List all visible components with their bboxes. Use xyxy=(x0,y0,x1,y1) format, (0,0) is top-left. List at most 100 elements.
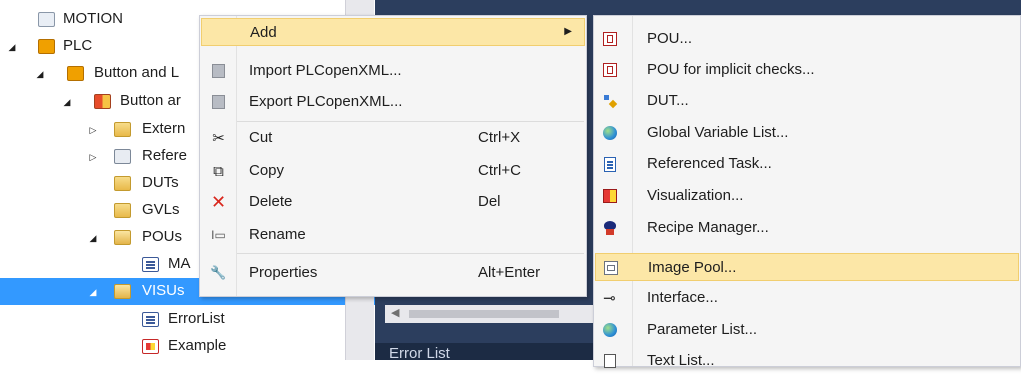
import-xml-icon xyxy=(210,63,227,79)
submenu-item-interface[interactable]: ⊸ Interface... xyxy=(595,284,1019,312)
tree-item-label: DUTs xyxy=(142,174,179,191)
menu-item-label: Rename xyxy=(249,226,306,243)
tree-item-label: PLC xyxy=(63,37,93,54)
context-menu: Add ▶ Import PLCopenXML... Export PLCope… xyxy=(199,15,587,297)
tree-item-label: Refere xyxy=(142,147,188,164)
scroll-left-icon[interactable]: ◀ xyxy=(391,306,399,319)
delete-icon: ✕ xyxy=(210,191,227,212)
menu-item-label: Properties xyxy=(249,264,318,281)
program-icon xyxy=(142,257,159,272)
menu-item-label: Cut xyxy=(249,129,273,146)
submenu-item-referenced-task[interactable]: Referenced Task... xyxy=(595,150,1019,178)
error-list-tab-label: Error List xyxy=(389,345,450,362)
pou-implicit-icon xyxy=(601,62,618,78)
recipe-manager-icon xyxy=(601,220,618,236)
menu-item-export-plcopenxml[interactable]: Export PLCopenXML... xyxy=(201,88,585,116)
rename-icon: I▭ xyxy=(211,228,226,242)
tree-item-label: Button ar xyxy=(120,92,181,109)
text-list-icon xyxy=(601,353,618,369)
collapse-arrow-icon[interactable]: ◢ xyxy=(87,286,99,298)
menu-item-cut[interactable]: ✂ Cut Ctrl+X xyxy=(201,124,585,152)
parameter-list-icon xyxy=(601,322,618,338)
menu-item-add[interactable]: Add ▶ xyxy=(201,18,585,46)
program-icon xyxy=(142,312,159,327)
copy-icon: ⧉ xyxy=(213,162,224,180)
motion-icon xyxy=(38,12,55,27)
menu-item-label: Referenced Task... xyxy=(647,155,772,172)
submenu-item-dut[interactable]: DUT... xyxy=(595,87,1019,115)
menu-item-label: Visualization... xyxy=(647,187,744,204)
tree-item-example[interactable]: Example xyxy=(0,333,375,360)
references-icon xyxy=(114,149,131,164)
menu-item-import-plcopenxml[interactable]: Import PLCopenXML... xyxy=(201,57,585,85)
menu-item-properties[interactable]: 🔧 Properties Alt+Enter xyxy=(201,259,585,287)
submenu-item-pou[interactable]: POU... xyxy=(595,25,1019,53)
export-xml-icon xyxy=(210,94,227,110)
menu-item-shortcut: Alt+Enter xyxy=(478,264,541,281)
menu-separator xyxy=(237,253,584,254)
submenu-item-image-pool[interactable]: Image Pool... xyxy=(595,253,1019,281)
submenu-item-global-variable-list[interactable]: Global Variable List... xyxy=(595,119,1019,147)
menu-item-label: Image Pool... xyxy=(648,259,737,276)
plc-project-icon xyxy=(67,66,84,81)
add-submenu: POU... POU for implicit checks... DUT...… xyxy=(593,15,1021,369)
expand-arrow-icon[interactable]: ▷ xyxy=(87,124,99,136)
menu-separator xyxy=(237,121,584,122)
expand-arrow-icon[interactable]: ▷ xyxy=(87,151,99,163)
tree-item-label: MOTION xyxy=(63,10,123,27)
folder-open-icon xyxy=(114,284,131,299)
tree-item-label: POUs xyxy=(142,228,183,245)
menu-item-label: Parameter List... xyxy=(647,321,758,338)
visualization-icon xyxy=(601,188,618,204)
referenced-task-icon xyxy=(601,156,618,172)
interface-icon: ⊸ xyxy=(603,289,616,307)
properties-icon: 🔧 xyxy=(210,265,227,280)
submenu-item-visualization[interactable]: Visualization... xyxy=(595,182,1019,210)
folder-icon xyxy=(114,176,131,191)
menu-item-shortcut: Ctrl+X xyxy=(478,129,521,146)
submenu-item-recipe-manager[interactable]: Recipe Manager... xyxy=(595,214,1019,242)
collapse-arrow-icon[interactable]: ◢ xyxy=(61,96,73,108)
error-list-tab[interactable]: Error List xyxy=(375,343,605,362)
menu-item-label: Recipe Manager... xyxy=(647,219,769,236)
menu-item-delete[interactable]: ✕ Delete Del xyxy=(201,188,585,216)
folder-icon xyxy=(114,203,131,218)
menu-item-label: DUT... xyxy=(647,92,689,109)
menu-item-label: Add xyxy=(250,24,277,41)
tree-item-label: Button and L xyxy=(94,64,180,81)
menu-item-label: Export PLCopenXML... xyxy=(249,93,403,110)
cut-icon: ✂ xyxy=(212,130,225,147)
folder-open-icon xyxy=(114,230,131,245)
menu-item-copy[interactable]: ⧉ Copy Ctrl+C xyxy=(201,157,585,185)
collapse-arrow-icon[interactable]: ◢ xyxy=(6,41,18,53)
global-variable-list-icon xyxy=(601,125,618,141)
menu-item-label: POU for implicit checks... xyxy=(647,61,815,78)
menu-item-label: Text List... xyxy=(647,352,715,369)
collapse-arrow-icon[interactable]: ◢ xyxy=(87,232,99,244)
scrollbar-thumb[interactable] xyxy=(409,310,559,318)
project-icon xyxy=(94,94,111,109)
submenu-item-text-list[interactable]: Text List... xyxy=(595,347,1019,375)
submenu-arrow-icon: ▶ xyxy=(564,26,572,37)
menu-item-label: POU... xyxy=(647,30,693,47)
tree-item-errorlist[interactable]: ErrorList xyxy=(0,306,375,333)
submenu-item-pou-implicit-checks[interactable]: POU for implicit checks... xyxy=(595,56,1019,84)
menu-item-shortcut: Del xyxy=(478,193,501,210)
menu-item-label: Import PLCopenXML... xyxy=(249,62,402,79)
menu-item-label: Global Variable List... xyxy=(647,124,789,141)
tree-item-label: VISUs xyxy=(142,282,185,299)
tree-item-label: Extern xyxy=(142,120,186,137)
folder-icon xyxy=(114,122,131,137)
plc-icon xyxy=(38,39,55,54)
pou-icon xyxy=(601,31,618,47)
menu-item-label: Delete xyxy=(249,193,293,210)
horizontal-scrollbar[interactable]: ◀ xyxy=(385,305,600,323)
image-pool-icon xyxy=(602,260,619,276)
visualization-icon xyxy=(142,339,159,354)
submenu-item-parameter-list[interactable]: Parameter List... xyxy=(595,316,1019,344)
tree-item-label: MA xyxy=(168,255,191,272)
tree-item-label: Example xyxy=(168,337,227,354)
menu-item-label: Interface... xyxy=(647,289,718,306)
collapse-arrow-icon[interactable]: ◢ xyxy=(34,68,46,80)
menu-item-rename[interactable]: I▭ Rename xyxy=(201,221,585,249)
